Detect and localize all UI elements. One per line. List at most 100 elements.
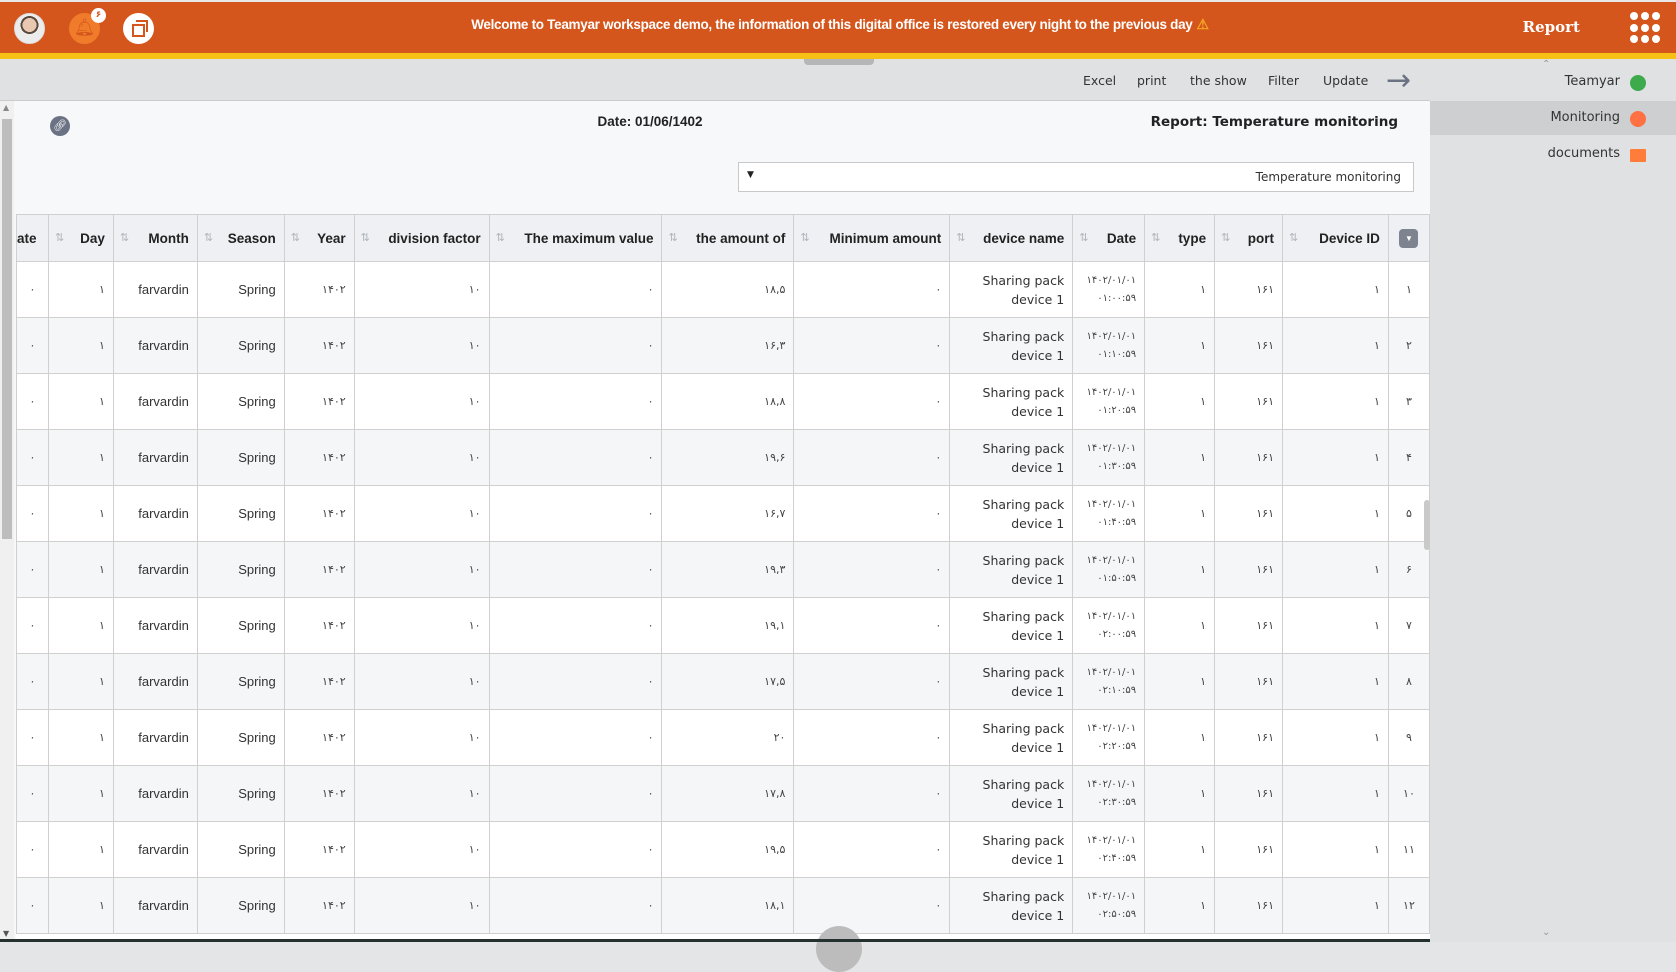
table-row[interactable]: ۰ ۱ farvardin Spring ۱۴۰۲ ۱۰ ۰ ۱۶,۷ ۰ Sharing pac…	[16, 485, 1430, 542]
user-avatar[interactable]	[14, 13, 45, 44]
excel-button[interactable]: Excel	[1083, 73, 1116, 88]
table-row[interactable]: ۰ ۱ farvardin Spring ۱۴۰۲ ۱۰ ۰ ۱۸,۵ ۰ Sharing pac…	[16, 261, 1430, 318]
sort-icon[interactable]: ⇅	[1289, 231, 1298, 244]
chevron-down-icon[interactable]: ⌄	[1542, 927, 1550, 938]
cell-device-id: ۱	[1281, 317, 1389, 374]
column-header[interactable]: ate	[16, 214, 49, 262]
cell-type: ۱	[1144, 541, 1216, 598]
column-header[interactable]: ⇅ port	[1214, 214, 1283, 262]
table-row[interactable]: ۰ ۱ farvardin Spring ۱۴۰۲ ۱۰ ۰ ۱۷,۵ ۰ Sharing pac…	[16, 653, 1430, 710]
column-menu-icon[interactable]: ▼	[1399, 228, 1419, 248]
apps-grid-icon[interactable]	[1630, 12, 1662, 44]
scroll-down-icon[interactable]: ▼	[3, 929, 9, 938]
table-row[interactable]: ۰ ۱ farvardin Spring ۱۴۰۲ ۱۰ ۰ ۱۶,۳ ۰ Sharing pac…	[16, 317, 1430, 374]
cell-ate: ۰	[16, 373, 49, 430]
filter-button[interactable]: Filter	[1268, 73, 1299, 88]
update-button[interactable]: Update	[1323, 73, 1368, 88]
table-row[interactable]: ۰ ۱ farvardin Spring ۱۴۰۲ ۱۰ ۰ ۱۹,۳ ۰ Sharing pac…	[16, 541, 1430, 598]
sort-icon[interactable]: ⇅	[55, 231, 64, 244]
arrow-right-icon[interactable]: →	[1386, 63, 1411, 98]
cell-amount: ۱۶,۳	[661, 317, 795, 374]
cell-ate: ۰	[16, 821, 49, 878]
sort-icon[interactable]: ⇅	[361, 231, 370, 244]
show-button[interactable]: the show	[1190, 73, 1247, 88]
vertical-scrollbar[interactable]: ▲ ▼	[0, 101, 14, 942]
cell-amount: ۱۶,۷	[661, 485, 795, 542]
sort-icon[interactable]: ⇅	[668, 231, 677, 244]
cell-device: Sharing pack device 1	[949, 765, 1074, 822]
cell-date-time: ۰۱:۵۰:۵۹	[1097, 572, 1137, 584]
sort-icon[interactable]: ⇅	[800, 231, 809, 244]
cell-max: ۰	[488, 765, 663, 822]
scrollbar-thumb[interactable]	[2, 119, 12, 539]
column-header[interactable]: ⇅ the amount of	[661, 214, 795, 262]
cell-date: ۱۴۰۲/۰۱/۰۱ ۰۲:۱۰:۵۹	[1072, 653, 1146, 710]
cell-date-day: ۱۴۰۲/۰۱/۰۱	[1086, 890, 1137, 902]
column-header[interactable]: ⇅ type	[1144, 214, 1216, 262]
banner-text: Welcome to Teamyar workspace demo, the i…	[471, 17, 1193, 32]
table-row[interactable]: ۰ ۱ farvardin Spring ۱۴۰۲ ۱۰ ۰ ۱۹,۶ ۰ Sharing pac…	[16, 429, 1430, 486]
cell-device: Sharing pack device 1	[949, 261, 1074, 318]
column-header[interactable]: ⇅ The maximum value	[488, 214, 663, 262]
cell-max: ۰	[488, 261, 663, 318]
column-header[interactable]: ⇅ Day	[47, 214, 114, 262]
report-select[interactable]: ▼ Temperature monitoring	[738, 162, 1414, 192]
cell-day: ۱	[47, 877, 114, 934]
sidebar-item-documents[interactable]: documents	[1430, 137, 1676, 171]
cell-season: Spring	[196, 429, 285, 486]
cell-min: ۰	[793, 317, 951, 374]
floating-action-button[interactable]	[816, 926, 862, 972]
sidebar-item-monitoring[interactable]: Monitoring	[1430, 101, 1676, 135]
column-header-label: Date	[1106, 230, 1137, 246]
sort-icon[interactable]: ⇅	[1151, 231, 1160, 244]
chevron-down-icon[interactable]: ▼	[747, 170, 754, 180]
sort-icon[interactable]: ⇅	[496, 231, 505, 244]
table-row[interactable]: ۰ ۱ farvardin Spring ۱۴۰۲ ۱۰ ۰ ۱۹,۵ ۰ Sharing pac…	[16, 821, 1430, 878]
cell-year: ۱۴۰۲	[283, 373, 355, 430]
cell-date: ۱۴۰۲/۰۱/۰۱ ۰۱:۳۰:۵۹	[1072, 429, 1146, 486]
cell-rn: ۷	[1387, 597, 1430, 654]
cell-device-id: ۱	[1281, 429, 1389, 486]
cell-div: ۱۰	[353, 541, 490, 598]
column-header[interactable]: ⇅ Month	[112, 214, 198, 262]
column-header[interactable]: ⇅ Date	[1072, 214, 1146, 262]
cell-device: Sharing pack device 1	[949, 709, 1074, 766]
sort-icon[interactable]: ⇅	[204, 231, 213, 244]
column-header-label: Device ID	[1319, 230, 1380, 246]
column-header[interactable]: ⇅ Device ID	[1281, 214, 1389, 262]
scroll-up-icon[interactable]: ▲	[3, 103, 9, 112]
column-header[interactable]: ⇅ Season	[196, 214, 285, 262]
print-button[interactable]: print	[1137, 73, 1166, 88]
sidebar-item-teamyar[interactable]: Teamyar	[1430, 65, 1676, 99]
cell-type: ۱	[1144, 877, 1216, 934]
table-row[interactable]: ۰ ۱ farvardin Spring ۱۴۰۲ ۱۰ ۰ ۱۹,۱ ۰ Sharing pac…	[16, 597, 1430, 654]
sort-icon[interactable]: ⇅	[291, 231, 300, 244]
cell-date: ۱۴۰۲/۰۱/۰۱ ۰۱:۵۰:۵۹	[1072, 541, 1146, 598]
table-row[interactable]: ۰ ۱ farvardin Spring ۱۴۰۲ ۱۰ ۰ ۱۷,۸ ۰ Sharing pac…	[16, 765, 1430, 822]
sort-icon[interactable]: ⇅	[1079, 231, 1088, 244]
cell-date-time: ۰۱:۴۰:۵۹	[1097, 516, 1137, 528]
link-icon[interactable]: 🔗︎	[50, 116, 70, 136]
cell-season: Spring	[196, 485, 285, 542]
cell-type: ۱	[1144, 765, 1216, 822]
cell-max: ۰	[488, 485, 663, 542]
drag-handle[interactable]	[804, 59, 874, 65]
column-header-label: port	[1247, 230, 1274, 246]
cell-amount: ۲۰	[661, 709, 795, 766]
cell-type: ۱	[1144, 709, 1216, 766]
column-header[interactable]: ⇅ Year	[283, 214, 355, 262]
sort-icon[interactable]: ⇅	[120, 231, 129, 244]
column-header[interactable]: ⇅ device name	[949, 214, 1074, 262]
cell-max: ۰	[488, 541, 663, 598]
window-icon[interactable]	[123, 13, 154, 44]
sidebar: ⌃ Teamyar Monitoring documents ⌄	[1430, 59, 1676, 942]
cell-date: ۱۴۰۲/۰۱/۰۱ ۰۲:۰۰:۵۹	[1072, 597, 1146, 654]
table-row[interactable]: ۰ ۱ farvardin Spring ۱۴۰۲ ۱۰ ۰ ۱۸,۸ ۰ Sharing pac…	[16, 373, 1430, 430]
sort-icon[interactable]: ⇅	[956, 231, 965, 244]
cell-rn: ۴	[1387, 429, 1430, 486]
column-header[interactable]: ⇅ division factor	[353, 214, 490, 262]
sort-icon[interactable]: ⇅	[1221, 231, 1230, 244]
table-row[interactable]: ۰ ۱ farvardin Spring ۱۴۰۲ ۱۰ ۰ ۱۸,۱ ۰ Sharing pac…	[16, 877, 1430, 934]
table-row[interactable]: ۰ ۱ farvardin Spring ۱۴۰۲ ۱۰ ۰ ۲۰ ۰ Sharing pack …	[16, 709, 1430, 766]
column-header[interactable]: ⇅ Minimum amount	[793, 214, 951, 262]
